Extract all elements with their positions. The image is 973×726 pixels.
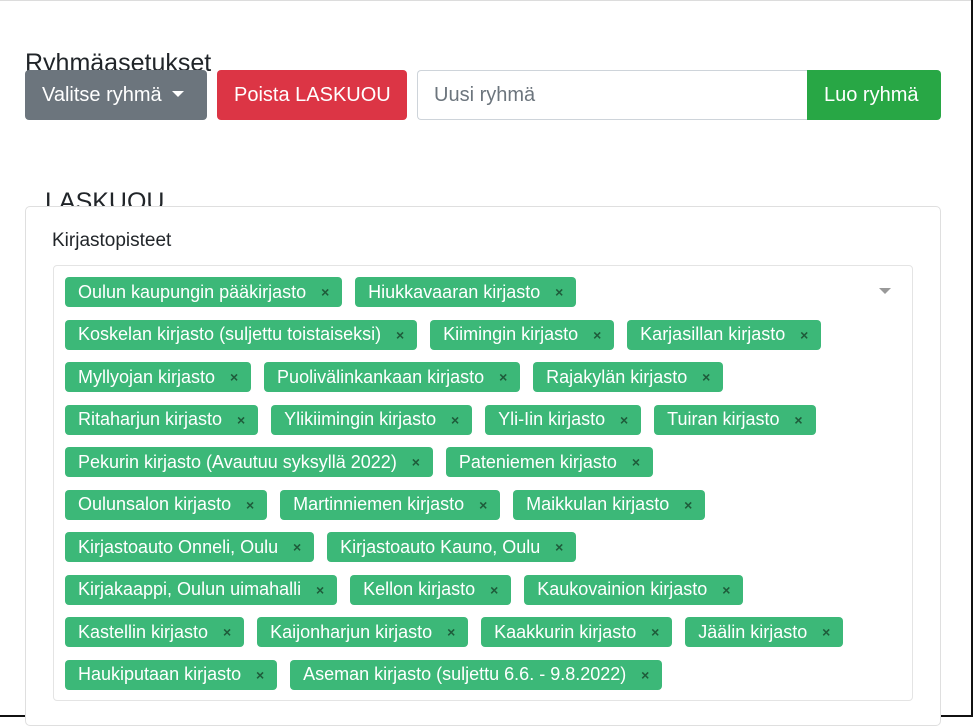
library-tag: Kaijonharjun kirjasto × [257,617,469,647]
library-tag-label: Kaijonharjun kirjasto [270,621,433,642]
library-tag-label: Kirjastoauto Kauno, Oulu [340,536,541,557]
library-tag: Ylikiimingin kirjasto × [271,404,473,435]
library-tag-label: Kirjastoauto Onneli, Oulu [78,536,279,557]
library-tag: Tuiran kirjasto × [654,404,816,435]
remove-tag-icon[interactable]: × [227,370,241,384]
caret-down-icon [171,91,184,97]
remove-tag-icon[interactable]: × [629,455,643,469]
library-tag-label: Puolivälinkankaan kirjasto [277,366,485,387]
library-tag-label: Kirjakaappi, Oulun uimahalli [78,579,302,599]
create-group-button[interactable]: Luo ryhmä [807,70,941,120]
select-group-button[interactable]: Valitse ryhmä [25,70,207,120]
library-tag: Koskelan kirjasto (suljettu toistaiseksi… [65,319,418,350]
library-tag-label: Maikkulan kirjasto [526,494,670,514]
remove-tag-icon[interactable]: × [797,328,811,342]
remove-tag-icon[interactable]: × [681,498,695,512]
remove-tag-icon[interactable]: × [719,583,733,597]
remove-tag-icon[interactable]: × [792,413,806,427]
library-tag-label: Kellon kirjasto [363,579,476,599]
remove-tag-icon[interactable]: × [393,328,407,342]
library-tag: Haukiputaan kirjasto × [65,659,278,690]
remove-tag-icon[interactable]: × [318,285,332,299]
remove-tag-icon[interactable]: × [638,668,652,682]
library-tag-label: Martinniemen kirjasto [293,494,465,514]
library-tag-label: Hiukkavaaran kirjasto [368,281,541,302]
selected-tags: Oulun kaupungin pääkirjasto × Hiukkavaaran… [65,277,865,702]
library-tag: Martinniemen kirjasto × [280,489,501,520]
library-tag-label: Pateniemen kirjasto [458,451,617,472]
library-tag: Hiukkavaaran kirjasto × [355,277,577,307]
remove-tag-icon[interactable]: × [220,625,234,639]
library-tag: Oulunsalon kirjasto × [65,489,268,520]
library-tag: Rajakylän kirjasto × [533,362,724,392]
library-tag-label: Rajakylän kirjasto [546,366,688,387]
library-tag: Kaakkurin kirjasto × [481,617,673,647]
library-points-multiselect[interactable]: Oulun kaupungin pääkirjasto × Hiukkavaaran… [53,265,913,701]
library-tag: Puolivälinkankaan kirjasto × [264,362,521,392]
library-tag-label: Yli-Iin kirjasto [498,409,606,429]
remove-tag-icon[interactable]: × [234,413,248,427]
library-tag-label: Koskelan kirjasto (suljettu toistaiseksi… [78,324,382,344]
remove-tag-icon[interactable]: × [819,625,833,639]
library-tag-label: Haukiputaan kirjasto [78,664,242,684]
library-tag: Kastellin kirjasto × [65,617,245,647]
delete-group-button[interactable]: Poista LASKUOU [217,70,407,120]
library-tag: Ritaharjun kirjasto × [65,404,259,435]
library-tag: Pateniemen kirjasto × [445,447,653,477]
library-tag-label: Jäälin kirjasto [698,621,808,642]
new-group-input[interactable] [417,70,808,120]
remove-tag-icon[interactable]: × [487,583,501,597]
remove-tag-icon[interactable]: × [496,370,510,384]
remove-tag-icon[interactable]: × [617,413,631,427]
library-tag-label: Pekurin kirjasto (Avautuu syksyllä 2022) [78,451,397,472]
select-group-label: Valitse ryhmä [42,84,162,106]
library-tag: Kirjastoauto Kauno, Oulu × [327,532,577,562]
library-tag-label: Ylikiimingin kirjasto [284,409,437,429]
library-tag-label: Tuiran kirjasto [667,409,780,429]
library-tag: Kirjastoauto Onneli, Oulu × [65,532,315,562]
library-tag-label: Kaukovainion kirjasto [537,579,708,599]
remove-tag-icon[interactable]: × [699,370,713,384]
remove-tag-icon[interactable]: × [409,455,423,469]
library-tag-label: Kastellin kirjasto [78,621,209,642]
library-tag: Pekurin kirjasto (Avautuu syksyllä 2022)… [65,447,433,477]
library-tag: Karjasillan kirjasto × [627,319,822,350]
remove-tag-icon[interactable]: × [253,668,267,682]
library-tag: Kaukovainion kirjasto × [524,574,744,605]
library-tag: Kirjakaappi, Oulun uimahalli × [65,574,338,605]
library-tag: Kiimingin kirjasto × [430,319,615,350]
remove-tag-icon[interactable]: × [648,625,662,639]
library-tag: Kellon kirjasto × [350,574,512,605]
library-tag-label: Ritaharjun kirjasto [78,409,223,429]
library-tag: Jäälin kirjasto × [685,617,844,647]
remove-tag-icon[interactable]: × [290,540,304,554]
remove-tag-icon[interactable]: × [552,285,566,299]
library-tag: Yli-Iin kirjasto × [485,404,642,435]
remove-tag-icon[interactable]: × [313,583,327,597]
remove-tag-icon[interactable]: × [444,625,458,639]
library-tag: Maikkulan kirjasto × [513,489,706,520]
library-tag-label: Karjasillan kirjasto [640,324,786,344]
library-tag-label: Myllyojan kirjasto [78,366,216,387]
dropdown-arrow-icon[interactable] [879,288,891,294]
library-tag: Oulun kaupungin pääkirjasto × [65,277,343,307]
remove-tag-icon[interactable]: × [448,413,462,427]
window-top-border [0,0,973,1]
library-tag-label: Kaakkurin kirjasto [494,621,637,642]
remove-tag-icon[interactable]: × [590,328,604,342]
library-tag-label: Oulunsalon kirjasto [78,494,232,514]
library-tag: Myllyojan kirjasto × [65,362,252,392]
library-points-label: Kirjastopisteet [52,230,172,251]
library-tag-label: Oulun kaupungin pääkirjasto [78,281,307,302]
remove-tag-icon[interactable]: × [243,498,257,512]
remove-tag-icon[interactable]: × [476,498,490,512]
remove-tag-icon[interactable]: × [552,540,566,554]
library-tag: Aseman kirjasto (suljettu 6.6. - 9.8.202… [290,659,663,690]
library-tag-label: Kiimingin kirjasto [443,324,579,344]
library-tag-label: Aseman kirjasto (suljettu 6.6. - 9.8.202… [303,664,627,684]
